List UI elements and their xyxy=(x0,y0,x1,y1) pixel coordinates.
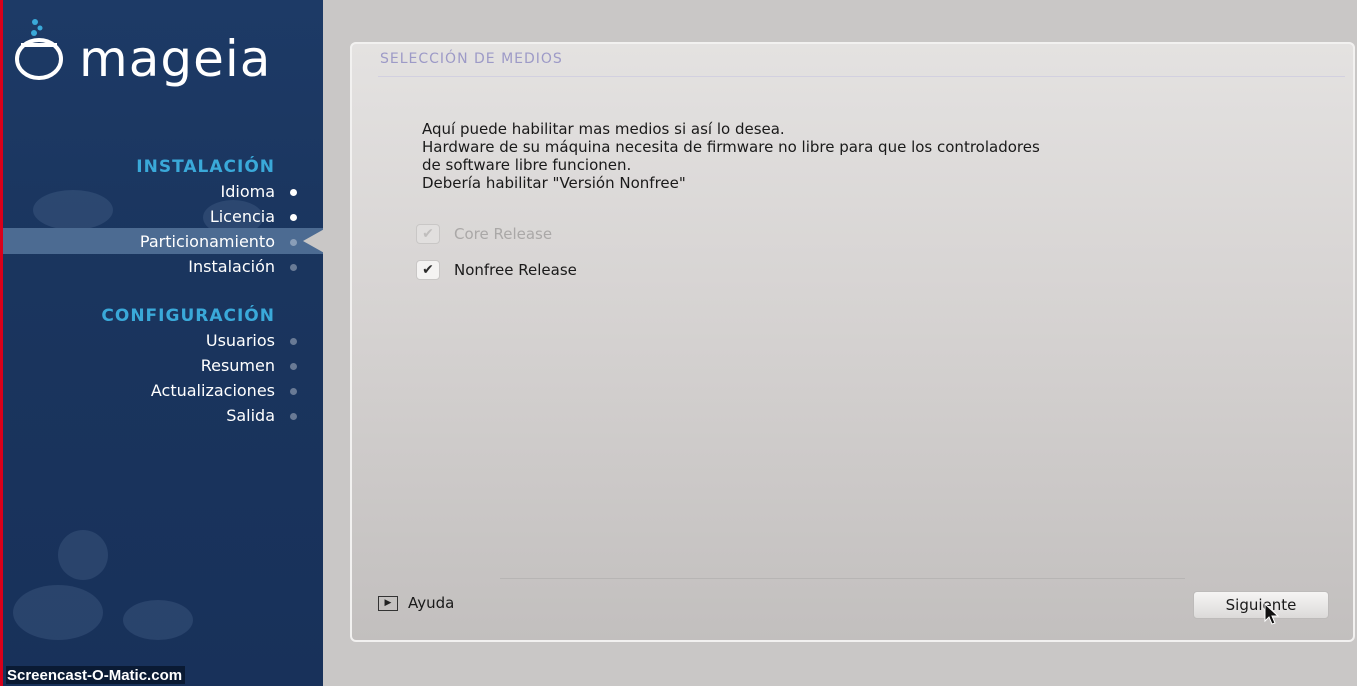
step-status-dot xyxy=(290,264,297,271)
step-status-dot xyxy=(290,388,297,395)
section-title-configuracion: CONFIGURACIÓN xyxy=(101,306,275,326)
step-label: Usuarios xyxy=(205,331,275,350)
media-selection-panel: SELECCIÓN DE MEDIOS Aquí puede habilitar… xyxy=(350,42,1355,642)
nonfree-release-label[interactable]: Nonfree Release xyxy=(454,261,577,279)
step-label: Licencia xyxy=(209,207,275,226)
step-actualizaciones: Actualizaciones xyxy=(101,378,297,403)
step-status-dot xyxy=(290,239,297,246)
step-label: Particionamiento xyxy=(139,232,275,251)
core-release-option: ✔ Core Release xyxy=(416,222,552,246)
background-flower-decoration xyxy=(123,600,193,640)
step-particionamiento: Particionamiento xyxy=(101,229,297,254)
step-resumen: Resumen xyxy=(101,353,297,378)
background-flower-decoration xyxy=(13,585,103,640)
brand-wordmark: mageia xyxy=(79,30,272,88)
title-divider xyxy=(378,76,1345,77)
step-label: Actualizaciones xyxy=(150,381,275,400)
background-flower-decoration xyxy=(58,530,108,580)
step-status-dot xyxy=(290,338,297,345)
step-status-dot xyxy=(290,413,297,420)
core-release-checkbox: ✔ xyxy=(416,224,440,244)
step-status-dot xyxy=(290,214,297,221)
recorder-watermark: Screencast-O-Matic.com xyxy=(6,666,186,684)
step-label: Resumen xyxy=(200,356,275,375)
media-description: Aquí puede habilitar mas medios si así l… xyxy=(422,120,1040,192)
mageia-cauldron-icon xyxy=(15,19,63,80)
mageia-logo: mageia xyxy=(13,14,313,84)
expand-arrow-icon: ▶ xyxy=(378,595,398,611)
step-label: Salida xyxy=(226,406,275,425)
step-label: Instalación xyxy=(188,257,275,276)
help-toggle[interactable]: ▶ Ayuda xyxy=(378,594,454,612)
help-label[interactable]: Ayuda xyxy=(408,594,454,612)
footer-divider xyxy=(500,578,1185,579)
checkmark-icon: ✔ xyxy=(422,226,434,242)
step-label: Idioma xyxy=(220,182,276,201)
install-steps-nav: INSTALACIÓN Idioma Licencia Particionami… xyxy=(101,155,297,428)
core-release-label: Core Release xyxy=(454,225,553,243)
checkmark-icon: ✔ xyxy=(422,262,434,278)
mouse-pointer-icon xyxy=(1264,603,1280,625)
page-title: SELECCIÓN DE MEDIOS xyxy=(380,51,563,67)
step-usuarios: Usuarios xyxy=(101,328,297,353)
nonfree-release-option[interactable]: ✔ Nonfree Release xyxy=(416,258,577,282)
active-step-pointer xyxy=(303,228,323,254)
section-title-instalacion: INSTALACIÓN xyxy=(136,157,275,177)
step-idioma: Idioma xyxy=(101,179,297,204)
sidebar: mageia INSTALACIÓN Idioma Licencia Parti… xyxy=(0,0,323,686)
nonfree-release-checkbox[interactable]: ✔ xyxy=(416,260,440,280)
step-status-dot xyxy=(290,363,297,370)
step-salida: Salida xyxy=(101,403,297,428)
step-instalacion: Instalación xyxy=(101,254,297,279)
next-button[interactable]: Siguiente xyxy=(1193,591,1329,619)
step-licencia: Licencia xyxy=(101,204,297,229)
step-status-dot xyxy=(290,189,297,196)
